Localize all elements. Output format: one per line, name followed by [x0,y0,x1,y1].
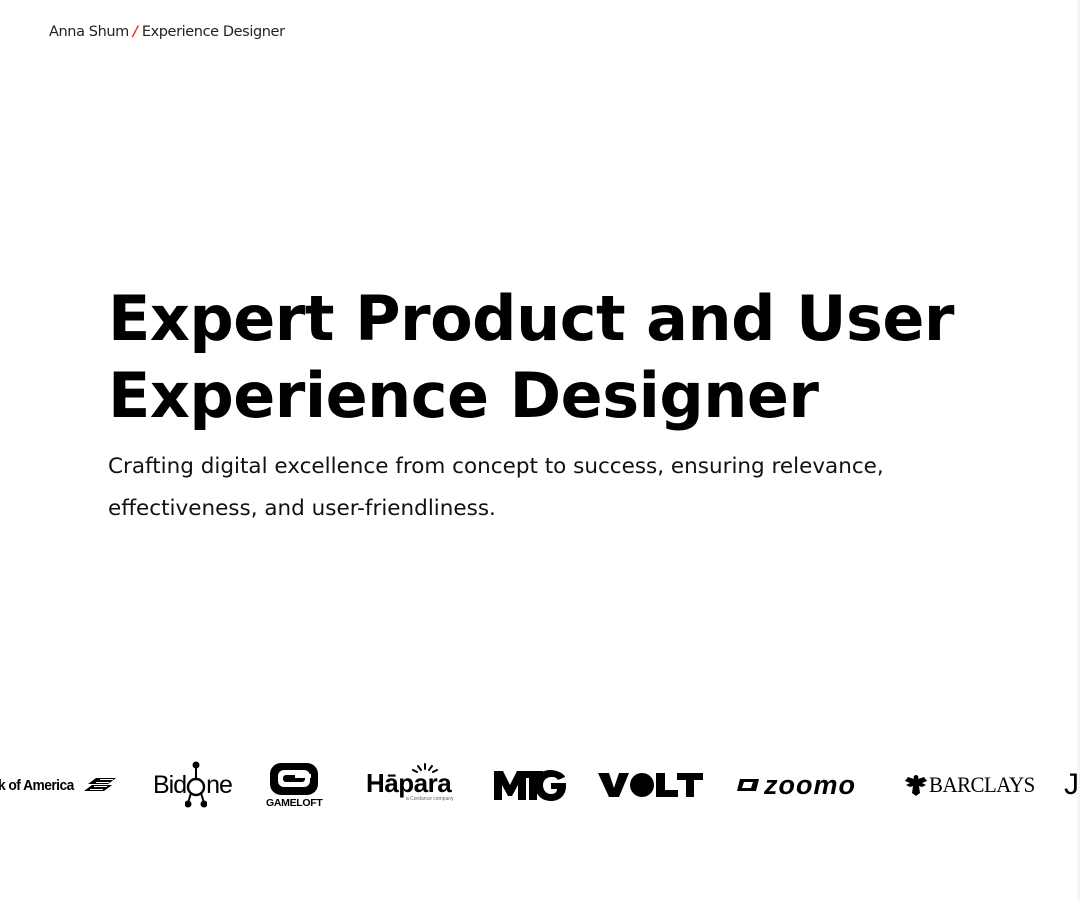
hero-title-line2: Experience Designer [108,359,819,432]
gameloft-wordmark: GAMELOFT [266,796,323,809]
site-role-label: Experience Designer [141,24,285,40]
logo-volt [598,750,704,820]
logo-hapara: Hāpara a Cordance company [366,750,454,820]
zoomo-z-icon [737,779,759,791]
hapara-sun-icon [412,763,438,773]
hero-title: Expert Product and User Experience Desig… [108,280,1008,434]
hapara-wordmark: Hāpara [366,768,452,798]
bidone-wordmark-bid: Bid [153,770,187,799]
client-logos-strip: k of America Bid ne GAMELOFT Hāpara a Co… [0,750,1080,820]
zoomo-wordmark: zoomo [764,769,856,800]
bank-of-america-wordmark: k of America [0,776,74,794]
gameloft-g-icon [270,762,319,795]
site-header: Anna Shum / Experience Designer [49,21,285,43]
logo-zoomo: zoomo [736,750,856,820]
bidone-wordmark-ne: ne [206,770,233,799]
hapara-tagline: a Cordance company [406,796,454,802]
logo-bidone: Bid ne [153,750,233,820]
volt-logo-icon [598,773,703,797]
hero-subtitle: Crafting digital excellence from concept… [108,454,884,521]
bank-of-america-flag-icon [84,778,117,791]
logo-mtg [493,750,567,820]
logo-bank-of-america: k of America [0,750,120,820]
page-edge-shadow [1076,0,1080,900]
logo-gameloft: GAMELOFT [266,750,323,820]
barclays-eagle-icon [905,775,927,796]
logo-barclays: BARCLAYS [904,750,1040,820]
barclays-wordmark: BARCLAYS [929,772,1035,797]
hero-section: Expert Product and User Experience Desig… [108,280,1008,530]
site-owner-name-link[interactable]: Anna Shum [49,24,129,40]
header-separator: / [132,24,138,40]
hero-title-line1: Expert Product and User [108,282,955,355]
bidone-molecule-icon [185,761,208,808]
mtg-logo-icon [494,770,566,801]
